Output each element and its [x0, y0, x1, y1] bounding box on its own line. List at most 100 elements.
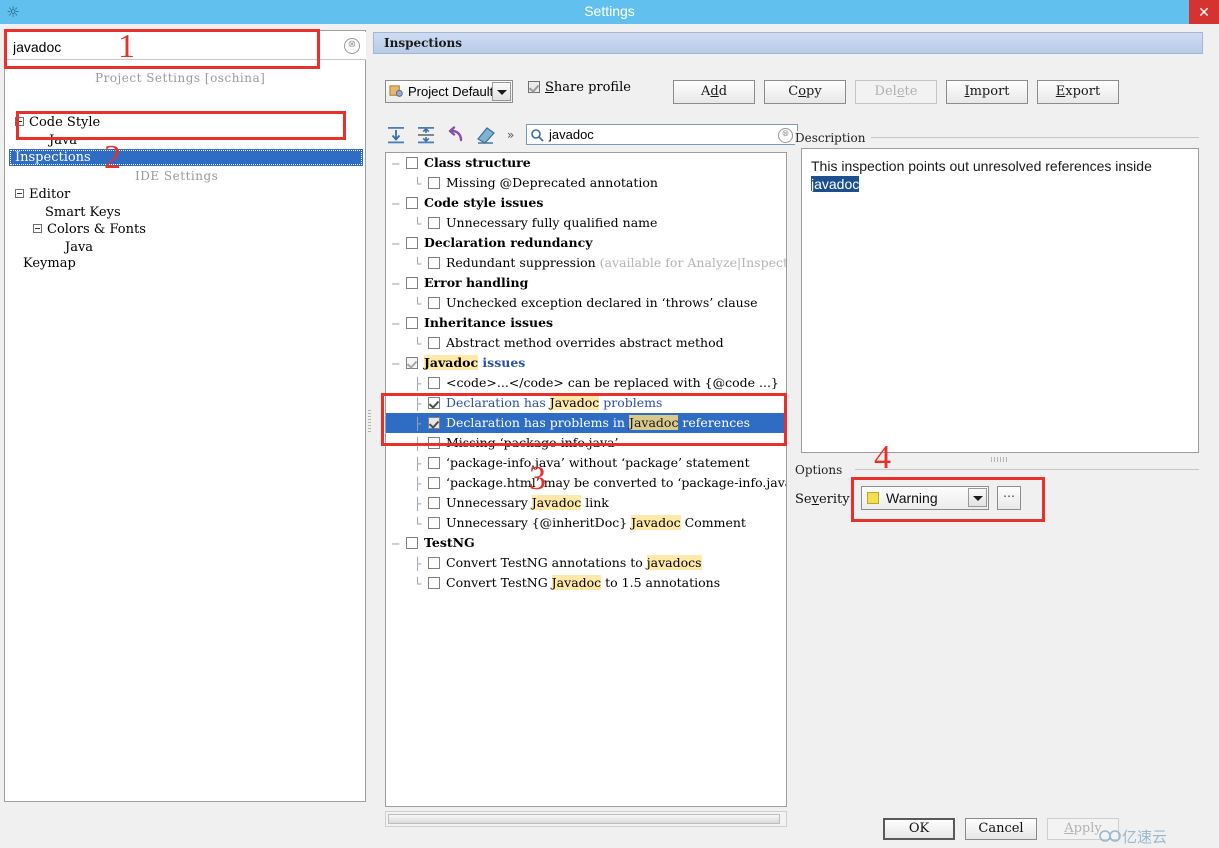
collapse-icon[interactable]: [15, 117, 24, 126]
eraser-icon[interactable]: [475, 124, 497, 146]
inspection-row[interactable]: ├ Unnecessary Javadoc link: [386, 493, 786, 513]
sidebar-item-label: Java: [65, 240, 94, 255]
clear-search-icon[interactable]: ⊗: [344, 38, 360, 54]
inspection-row[interactable]: ─ Code style issues: [386, 193, 786, 213]
sidebar-item-inspections[interactable]: Inspections: [9, 149, 363, 166]
close-icon[interactable]: ✕: [1189, 0, 1219, 24]
inspection-checkbox[interactable]: [428, 396, 440, 409]
inspection-row[interactable]: └ Redundant suppression (available for An…: [386, 253, 786, 273]
inspection-checkbox[interactable]: [406, 236, 418, 249]
inspection-checkbox[interactable]: [428, 416, 440, 429]
import-button-label: Import: [964, 84, 1010, 99]
inspection-checkbox[interactable]: [428, 496, 440, 509]
inspection-checkbox[interactable]: [428, 176, 440, 189]
inspection-tree[interactable]: ─ Class structure └ Missing @Deprecated ann…: [385, 152, 787, 807]
panel-header: Inspections: [373, 32, 1203, 54]
pane-splitter[interactable]: [367, 30, 372, 802]
inspection-filter-input[interactable]: javadoc ⊗: [526, 124, 798, 145]
ok-button[interactable]: OK: [883, 818, 955, 840]
inspection-label-part: ‘package.html’ may be converted to ‘pack…: [446, 475, 787, 490]
sidebar-item-smart-keys[interactable]: Smart Keys: [45, 204, 121, 221]
inspection-row[interactable]: ├ Convert TestNG annotations to javadocs: [386, 553, 786, 573]
search-input[interactable]: [11, 36, 315, 58]
inspection-checkbox[interactable]: [406, 356, 418, 369]
profile-select[interactable]: Project Default: [385, 80, 513, 103]
sidebar-item-label: Colors & Fonts: [47, 222, 146, 237]
inspection-row[interactable]: └ Convert TestNG Javadoc to 1.5 annotatio…: [386, 573, 786, 593]
inspection-label-part: Convert TestNG annotations to: [446, 555, 647, 570]
inspection-label-part: Unnecessary: [446, 495, 532, 510]
inspection-row[interactable]: └ Unchecked exception declared in ‘throws…: [386, 293, 786, 313]
sidebar-item-java-colors[interactable]: Java: [65, 239, 93, 256]
inspection-row[interactable]: └ Unnecessary fully qualified name: [386, 213, 786, 233]
inspection-checkbox[interactable]: [428, 256, 440, 269]
add-button[interactable]: Add: [673, 80, 755, 104]
inspection-checkbox[interactable]: [428, 336, 440, 349]
sidebar-item-code-style[interactable]: Code Style: [15, 114, 100, 131]
splitter-grip[interactable]: [368, 410, 371, 432]
inspection-row-label: Convert TestNG annotations to javadocs: [446, 555, 702, 570]
copy-button[interactable]: Copy: [764, 80, 846, 104]
inspection-row-label: Missing @Deprecated annotation: [446, 175, 658, 190]
inspection-row[interactable]: ├ ‘package.html’ may be converted to ‘pac…: [386, 473, 786, 493]
inspection-row[interactable]: ─ Class structure: [386, 153, 786, 173]
inspection-row[interactable]: ├ Declaration has Javadoc problems: [386, 393, 786, 413]
inspection-label-part: Comment: [680, 515, 746, 530]
inspection-checkbox[interactable]: [406, 316, 418, 329]
expand-all-icon[interactable]: [385, 124, 407, 146]
undo-icon[interactable]: [445, 124, 467, 146]
sidebar-item-keymap[interactable]: Keymap: [23, 255, 76, 272]
inspection-checkbox[interactable]: [428, 556, 440, 569]
collapse-icon[interactable]: [33, 224, 42, 233]
tree-guide-icon: └: [414, 176, 422, 191]
cancel-button[interactable]: Cancel: [965, 818, 1037, 840]
inspection-filter-value: javadoc: [549, 127, 594, 142]
inspection-checkbox[interactable]: [428, 476, 440, 489]
chevron-down-icon[interactable]: [968, 488, 987, 507]
severity-select[interactable]: Warning: [861, 486, 989, 510]
collapse-all-icon[interactable]: [415, 124, 437, 146]
clear-filter-icon[interactable]: ⊗: [778, 128, 793, 143]
inspection-checkbox[interactable]: [428, 456, 440, 469]
inspection-row[interactable]: ├ Missing ‘package-info.java’: [386, 433, 786, 453]
inspection-checkbox[interactable]: [428, 376, 440, 389]
inspection-row[interactable]: └ Unnecessary {@inheritDoc} Javadoc Comme…: [386, 513, 786, 533]
inspection-checkbox[interactable]: [428, 216, 440, 229]
inspection-row[interactable]: ─ Error handling: [386, 273, 786, 293]
sidebar-item-colors-fonts[interactable]: Colors & Fonts: [33, 221, 146, 238]
inspection-row[interactable]: ─ TestNG: [386, 533, 786, 553]
inspection-checkbox[interactable]: [406, 276, 418, 289]
import-button[interactable]: Import: [946, 80, 1028, 104]
inspection-row[interactable]: ─ Declaration redundancy: [386, 233, 786, 253]
inspection-checkbox[interactable]: [428, 296, 440, 309]
inspection-row[interactable]: └ Missing @Deprecated annotation: [386, 173, 786, 193]
more-toolbar-icon[interactable]: »: [507, 128, 514, 142]
tree-horizontal-scrollbar[interactable]: [385, 811, 787, 827]
inspection-label-part: link: [581, 495, 609, 510]
scrollbar-thumb[interactable]: [388, 814, 780, 824]
inspection-checkbox[interactable]: [428, 576, 440, 589]
inspection-checkbox[interactable]: [428, 436, 440, 449]
tree-guide-icon: ─: [392, 156, 400, 171]
inspection-row[interactable]: ├ Declaration has problems in Javadoc ref…: [386, 413, 786, 433]
inspection-row[interactable]: ├ ‘package-info.java’ without ‘package’ s…: [386, 453, 786, 473]
export-button[interactable]: Export: [1037, 80, 1119, 104]
inspection-row[interactable]: ─ Javadoc issues: [386, 353, 786, 373]
collapse-icon[interactable]: [15, 189, 24, 198]
inspection-checkbox[interactable]: [428, 516, 440, 529]
inspection-row[interactable]: └ Abstract method overrides abstract meth…: [386, 333, 786, 353]
inspection-checkbox[interactable]: [406, 536, 418, 549]
severity-more-button[interactable]: ⋯: [997, 486, 1021, 510]
sidebar-item-editor[interactable]: Editor: [15, 186, 70, 203]
inspection-checkbox[interactable]: [406, 156, 418, 169]
share-profile-checkbox[interactable]: Share profile: [528, 80, 631, 102]
inspection-row[interactable]: ─ Inheritance issues: [386, 313, 786, 333]
sidebar-item-java-codestyle[interactable]: Java: [49, 132, 77, 149]
inspection-row[interactable]: ├ <code>...</code> can be replaced with {…: [386, 373, 786, 393]
inspection-label-part: Abstract method overrides abstract metho…: [446, 335, 724, 350]
description-resize-grip[interactable]: [991, 457, 1009, 462]
tree-guide-icon: ├: [414, 476, 422, 491]
inspection-checkbox[interactable]: [406, 196, 418, 209]
inspection-row-label: Unnecessary fully qualified name: [446, 215, 657, 230]
chevron-down-icon[interactable]: [492, 82, 511, 101]
